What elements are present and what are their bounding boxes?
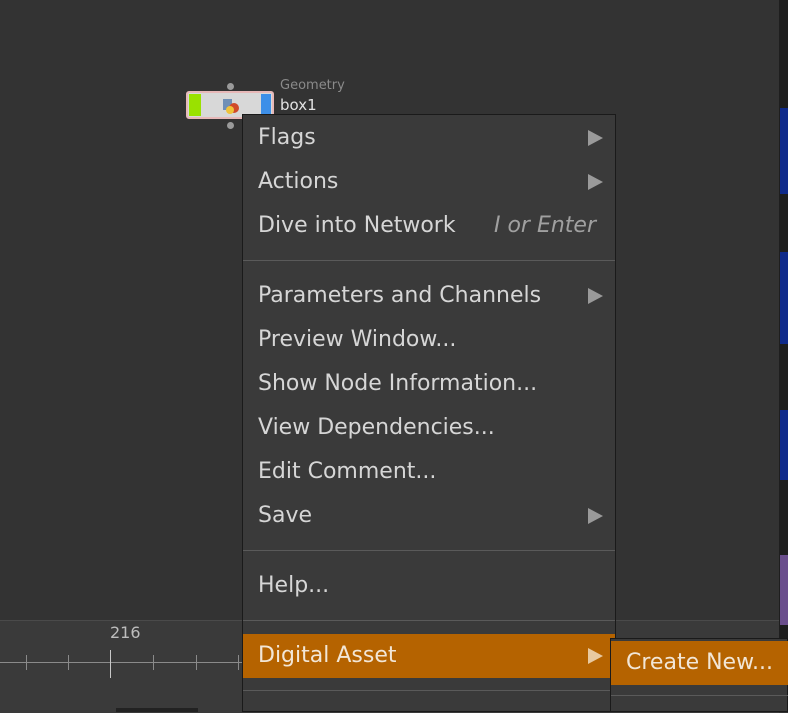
menu-item-label: Edit Comment...: [258, 459, 437, 484]
submenu-arrow-icon: [588, 648, 603, 664]
menu-separator: [243, 690, 615, 691]
menu-item-label: Preview Window...: [258, 327, 457, 352]
timeline-tick: [238, 655, 239, 670]
display-flag[interactable]: [189, 94, 201, 116]
viewer-thumbnail: [780, 108, 788, 194]
menu-item-label: Save: [258, 503, 313, 528]
menu-separator: [611, 695, 788, 696]
menu-item-dive-into-network[interactable]: Dive into Network I or Enter: [243, 204, 615, 248]
node-output-connector[interactable]: [227, 122, 234, 129]
menu-item-label: Show Node Information...: [258, 371, 538, 396]
menu-item-label: Help...: [258, 573, 330, 598]
menu-item-label: Parameters and Channels: [258, 283, 542, 308]
menu-item-view-dependencies[interactable]: View Dependencies...: [243, 406, 615, 450]
menu-item-digital-asset[interactable]: Digital Asset: [243, 634, 615, 678]
context-menu: Flags Actions Dive into Network I or Ent…: [242, 114, 616, 712]
node-type-label: Geometry: [280, 78, 345, 93]
timeline-tick: [26, 655, 27, 670]
menu-item-parameters-and-channels[interactable]: Parameters and Channels: [243, 274, 615, 318]
timeline-tick: [196, 655, 197, 670]
menu-separator: [243, 620, 615, 621]
submenu-arrow-icon: [588, 288, 603, 304]
timeline-range-bar[interactable]: [116, 708, 198, 712]
submenu-arrow-icon: [588, 174, 603, 190]
menu-item-show-node-information[interactable]: Show Node Information...: [243, 362, 615, 406]
menu-item-preview-window[interactable]: Preview Window...: [243, 318, 615, 362]
menu-item-shortcut: I or Enter: [493, 213, 596, 238]
frame-label: 216: [110, 623, 141, 642]
menu-item-edit-comment[interactable]: Edit Comment...: [243, 450, 615, 494]
render-flag[interactable]: [261, 94, 271, 116]
menu-item-label: Create New...: [626, 650, 774, 675]
menu-item-flags[interactable]: Flags: [243, 116, 615, 160]
menu-separator: [243, 550, 615, 551]
viewer-thumbnail: [780, 252, 788, 344]
menu-separator: [243, 260, 615, 261]
geometry-icon: [223, 99, 239, 114]
node-input-connector[interactable]: [227, 83, 234, 90]
menu-item-label: Dive into Network: [258, 213, 456, 238]
menu-item-save[interactable]: Save: [243, 494, 615, 538]
viewer-thumbnail: [780, 555, 788, 625]
timeline-tick: [153, 655, 154, 670]
menu-item-help[interactable]: Help...: [243, 564, 615, 608]
digital-asset-submenu: Create New...: [610, 638, 788, 712]
menu-item-label: Digital Asset: [258, 643, 397, 668]
menu-item-actions[interactable]: Actions: [243, 160, 615, 204]
menu-item-label: Actions: [258, 169, 339, 194]
menu-item-create-new[interactable]: Create New...: [611, 641, 788, 685]
menu-item-label: View Dependencies...: [258, 415, 495, 440]
node-name-label[interactable]: box1: [280, 96, 317, 114]
timeline-tick: [68, 655, 69, 670]
timeline-tick: [110, 650, 111, 678]
menu-item-label: Flags: [258, 125, 316, 150]
submenu-arrow-icon: [588, 130, 603, 146]
viewer-thumbnail: [780, 410, 788, 480]
submenu-arrow-icon: [588, 508, 603, 524]
